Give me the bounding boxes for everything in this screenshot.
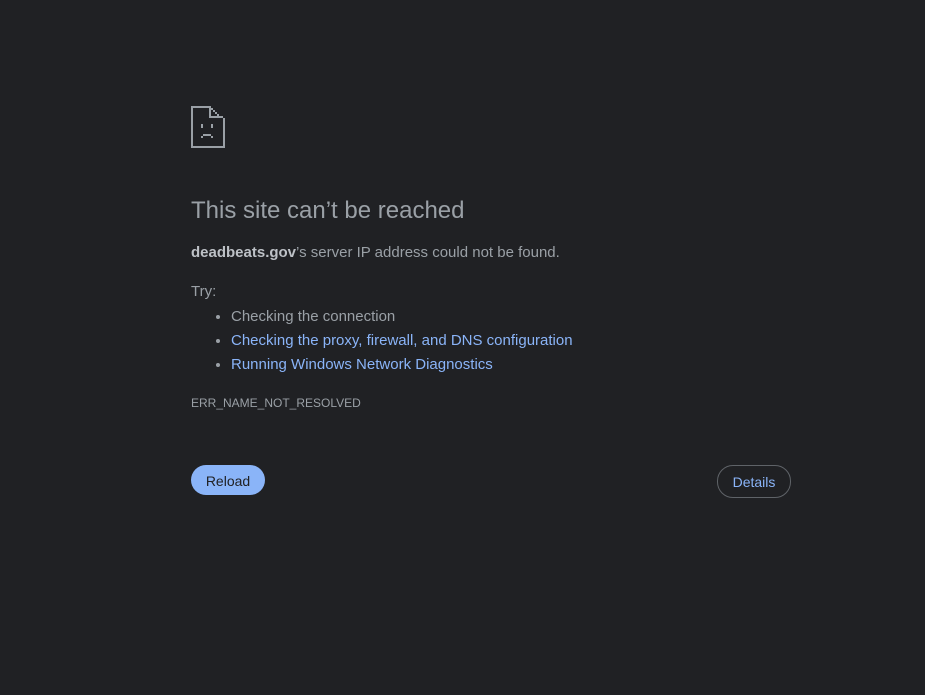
suggestion-item: Checking the proxy, firewall, and DNS co… xyxy=(231,329,573,353)
suggestion-list: Checking the connection Checking the pro… xyxy=(191,305,573,377)
try-label: Try: xyxy=(191,283,217,300)
suggestion-link-proxy-dns[interactable]: Checking the proxy, firewall, and DNS co… xyxy=(231,332,573,349)
sad-document-icon xyxy=(191,106,225,148)
suggestion-item: Checking the connection xyxy=(231,305,573,329)
suggestion-item: Running Windows Network Diagnostics xyxy=(231,353,573,377)
reload-button[interactable]: Reload xyxy=(191,465,265,495)
error-host: deadbeats.gov xyxy=(191,244,297,261)
error-message-text: ’s server IP address could not be found. xyxy=(296,244,560,261)
details-button[interactable]: Details xyxy=(717,465,791,498)
suggestion-check-connection: Checking the connection xyxy=(231,308,396,325)
error-title: This site can’t be reached xyxy=(191,197,465,224)
suggestion-link-network-diagnostics[interactable]: Running Windows Network Diagnostics xyxy=(231,356,493,373)
error-message: deadbeats.gov’s server IP address could … xyxy=(191,243,560,263)
error-code: ERR_NAME_NOT_RESOLVED xyxy=(191,396,361,410)
error-page: This site can’t be reached deadbeats.gov… xyxy=(0,0,925,695)
